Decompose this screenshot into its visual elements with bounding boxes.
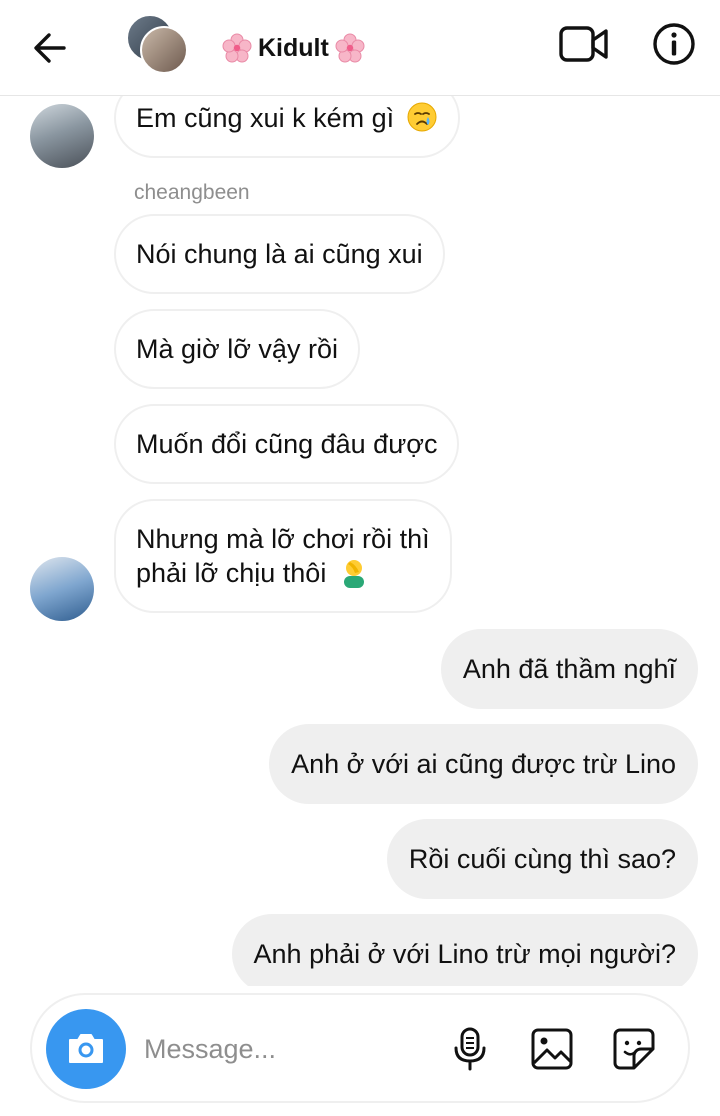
message-text: Rồi cuối cùng thì sao? xyxy=(408,844,676,874)
sticker-button[interactable] xyxy=(610,1025,658,1073)
message-bubble[interactable]: Nói chung là ai cũng xui xyxy=(114,214,445,294)
info-icon xyxy=(653,23,695,65)
message-text: Muốn đổi cũng đâu được xyxy=(136,429,438,459)
message-text: phải lỡ chịu thôi xyxy=(136,558,327,588)
message-bubble[interactable]: Anh phải ở với Lino trừ mọi người? xyxy=(231,914,698,986)
avatar[interactable] xyxy=(30,104,94,168)
message-text: Nói chung là ai cũng xui xyxy=(136,239,423,269)
avatar xyxy=(140,26,188,74)
info-button[interactable] xyxy=(652,22,696,66)
sender-name: cheangbeen xyxy=(134,181,250,204)
gallery-button[interactable] xyxy=(528,1025,576,1073)
message-text: Nhưng mà lỡ chơi rồi thì xyxy=(136,524,430,554)
message-input[interactable] xyxy=(144,1025,414,1073)
image-icon xyxy=(531,1028,573,1070)
message-text: Em cũng xui k kém gì xyxy=(136,103,395,133)
message-bubble[interactable]: Anh ở với ai cũng được trừ Lino xyxy=(269,724,698,804)
chat-title-text: Kidult xyxy=(258,33,329,62)
message-bubble[interactable]: Nhưng mà lỡ chơi rồi thì phải lỡ chịu th… xyxy=(114,499,452,613)
message-thread[interactable]: Em cũng xui k kém gì cheangbeen Nói chun… xyxy=(0,96,720,986)
sticker-icon xyxy=(613,1028,655,1070)
message-bubble[interactable]: Anh đã thầm nghĩ xyxy=(440,629,698,709)
message-bubble[interactable]: Em cũng xui k kém gì xyxy=(114,96,460,158)
cherry-blossom-icon xyxy=(222,33,252,63)
chat-header: Kidult xyxy=(0,0,720,96)
group-avatar[interactable] xyxy=(124,12,190,78)
avatar[interactable] xyxy=(30,557,94,621)
facepalm-icon xyxy=(343,560,364,588)
message-text: Anh đã thầm nghĩ xyxy=(462,654,676,684)
message-text: Anh ở với ai cũng được trừ Lino xyxy=(291,749,676,779)
message-bubble[interactable]: Mà giờ lỡ vậy rồi xyxy=(114,309,360,389)
back-button[interactable] xyxy=(26,24,74,72)
message-bubble[interactable]: Rồi cuối cùng thì sao? xyxy=(386,819,698,899)
arrow-left-icon xyxy=(34,33,66,63)
microphone-icon xyxy=(454,1027,486,1071)
message-text: Anh phải ở với Lino trừ mọi người? xyxy=(253,939,676,969)
video-camera-icon xyxy=(559,26,608,62)
message-composer xyxy=(30,993,690,1103)
cherry-blossom-icon xyxy=(335,33,365,63)
voice-message-button[interactable] xyxy=(446,1025,494,1073)
chat-title[interactable]: Kidult xyxy=(222,30,365,66)
camera-button[interactable] xyxy=(46,1009,126,1089)
camera-icon xyxy=(69,1034,103,1063)
crying-face-icon xyxy=(407,102,437,132)
message-text: Mà giờ lỡ vậy rồi xyxy=(136,334,338,364)
video-call-button[interactable] xyxy=(558,22,610,66)
message-bubble[interactable]: Muốn đổi cũng đâu được xyxy=(114,404,460,484)
